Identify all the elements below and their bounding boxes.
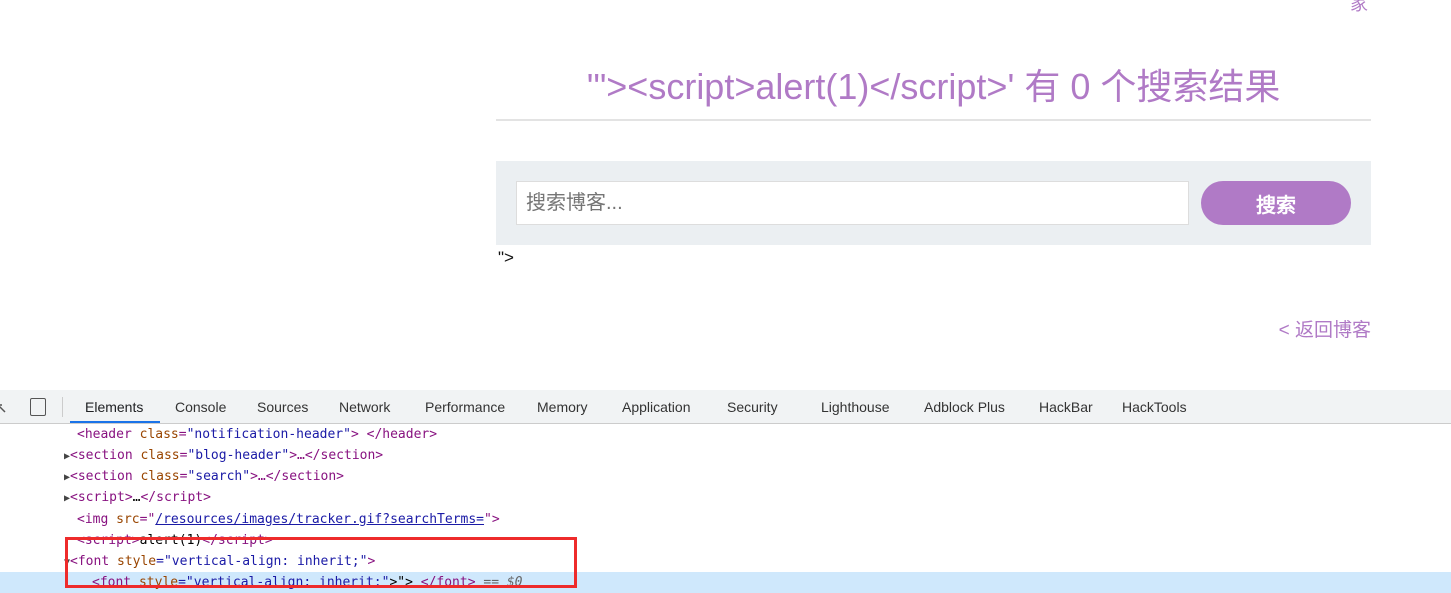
tab-sources[interactable]: Sources [257, 399, 308, 415]
tab-memory[interactable]: Memory [537, 399, 588, 415]
highlight-box [65, 537, 577, 588]
tab-application[interactable]: Application [622, 399, 691, 415]
top-nav-link-clipped[interactable]: 家 [1350, 0, 1368, 16]
devtools-tabbar: Elements Console Sources Network Perform… [0, 390, 1451, 424]
dom-node-img[interactable]: <img src="/resources/images/tracker.gif?… [77, 509, 500, 530]
active-tab-indicator [70, 421, 160, 423]
devtools-panel: Elements Console Sources Network Perform… [0, 390, 1451, 593]
dom-node-script[interactable]: ▶<script>…</script> [64, 487, 211, 508]
tab-performance[interactable]: Performance [425, 399, 505, 415]
toolbar-separator [62, 397, 63, 417]
device-toolbar-icon[interactable] [30, 398, 46, 416]
tab-hacktools[interactable]: HackTools [1122, 399, 1187, 415]
injected-text: "> [498, 248, 514, 267]
tab-hackbar[interactable]: HackBar [1039, 399, 1093, 415]
dom-node-search[interactable]: ▶<section class="search">…</section> [64, 466, 344, 487]
inspect-element-icon[interactable] [0, 398, 8, 416]
dom-node-header[interactable]: <header class="notification-header"> </h… [77, 424, 437, 445]
page-title: '"><script>alert(1)</script>' 有 0 个搜索结果 [586, 66, 1281, 107]
tab-network[interactable]: Network [339, 399, 390, 415]
tab-adblock-plus[interactable]: Adblock Plus [924, 399, 1005, 415]
divider [496, 119, 1371, 121]
tracker-link[interactable]: /resources/images/tracker.gif?searchTerm… [155, 512, 484, 527]
dom-node-blog-header[interactable]: ▶<section class="blog-header">…</section… [64, 445, 383, 466]
tab-security[interactable]: Security [727, 399, 778, 415]
back-to-blog-link[interactable]: < 返回博客 [1279, 315, 1371, 342]
search-button[interactable]: 搜索 [1201, 181, 1351, 225]
tab-elements[interactable]: Elements [85, 399, 143, 415]
search-input[interactable] [516, 181, 1189, 225]
tab-lighthouse[interactable]: Lighthouse [821, 399, 890, 415]
search-section: 搜索 [496, 161, 1371, 245]
tab-console[interactable]: Console [175, 399, 226, 415]
